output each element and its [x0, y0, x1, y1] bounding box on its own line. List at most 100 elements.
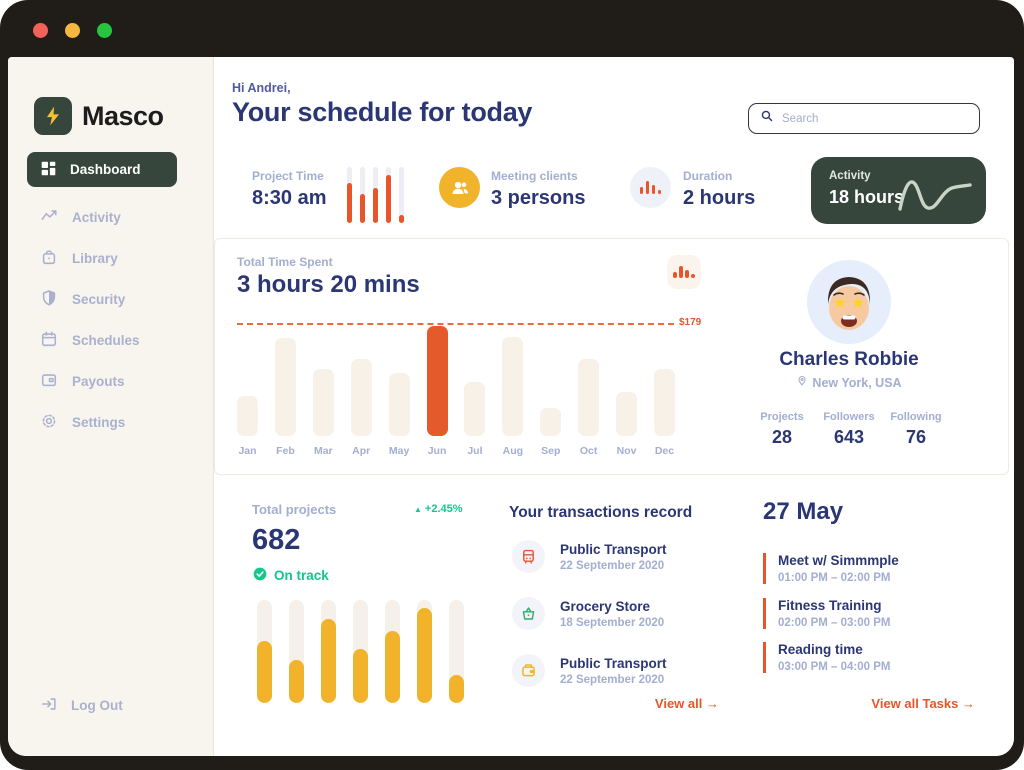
month-bar[interactable] [654, 369, 675, 436]
basket-icon [512, 597, 545, 630]
view-all-transactions-link[interactable]: View all → [655, 696, 719, 711]
total-projects-block: Total projects ▲+2.45% 682 On track [252, 502, 480, 585]
sidebar-item-settings[interactable]: Settings [40, 402, 140, 443]
search-box[interactable] [748, 103, 980, 134]
sidebar-item-label: Payouts [72, 374, 125, 389]
month-bar-column[interactable]: Sep [540, 408, 561, 457]
sidebar-item-library[interactable]: Library [40, 238, 140, 279]
stat-project-time: Project Time 8:30 am [252, 169, 327, 210]
month-bar-column[interactable]: Feb [275, 338, 296, 457]
month-bar[interactable] [464, 382, 485, 436]
up-triangle-icon: ▲ [414, 505, 422, 514]
sparkline-bar [360, 167, 365, 223]
month-bar[interactable] [502, 337, 523, 436]
task-row[interactable]: Reading time 03:00 PM – 04:00 PM [763, 642, 891, 673]
month-bar[interactable] [540, 408, 561, 436]
month-label: Jun [428, 445, 447, 457]
sidebar-item-label: Security [72, 292, 125, 307]
transaction-row[interactable]: Grocery Store18 September 2020 [512, 597, 664, 630]
month-bar[interactable] [616, 392, 637, 436]
change-value: +2.45% [425, 503, 463, 515]
wallet-icon [512, 654, 545, 687]
month-bar[interactable] [389, 373, 410, 436]
view-all-tasks-label: View all Tasks [871, 696, 958, 711]
tasks-block: 27 May Meet w/ Simmmple 01:00 PM – 02:00… [763, 498, 975, 526]
sparkline-bar [399, 167, 404, 223]
month-bar[interactable] [237, 396, 258, 436]
month-bar-column[interactable]: Nov [616, 392, 637, 457]
sparkline-bar [373, 167, 378, 223]
minimize-button[interactable] [65, 23, 80, 38]
avatar[interactable] [807, 260, 891, 344]
month-bar[interactable] [578, 359, 599, 436]
profile-stat-label: Projects [750, 411, 814, 423]
threshold-label: $179 [679, 317, 701, 328]
close-button[interactable] [33, 23, 48, 38]
lightning-bolt-icon [34, 97, 72, 135]
transaction-name: Public Transport [560, 656, 667, 671]
month-bar-column[interactable]: Apr [351, 359, 372, 457]
zoom-button[interactable] [97, 23, 112, 38]
month-bar[interactable] [351, 359, 372, 436]
activity-card[interactable]: Activity 18 hours [811, 157, 986, 224]
month-bar-column[interactable]: Oct [578, 359, 599, 457]
month-bar-column[interactable]: Aug [502, 337, 523, 457]
stat-value: 3 persons [491, 187, 585, 210]
status-text: On track [274, 568, 329, 583]
search-icon [760, 109, 774, 128]
sidebar-item-payouts[interactable]: Payouts [40, 361, 140, 402]
month-label: Oct [580, 445, 598, 457]
transaction-row[interactable]: Public Transport22 September 2020 [512, 540, 667, 573]
month-label: Feb [276, 445, 295, 457]
month-bar-column[interactable]: Jan [237, 396, 258, 457]
month-bar-column[interactable]: Jul [464, 382, 485, 457]
transaction-date: 18 September 2020 [560, 617, 664, 629]
month-bar-column[interactable]: Dec [654, 369, 675, 457]
stat-value: 8:30 am [252, 187, 327, 210]
stat-duration: Duration 2 hours [683, 169, 755, 210]
month-bar[interactable] [427, 326, 448, 436]
month-bar[interactable] [275, 338, 296, 436]
projects-bar [353, 600, 368, 703]
profile-stat-label: Followers [817, 411, 881, 423]
month-bar-column[interactable]: Mar [313, 369, 334, 457]
sidebar-item-activity[interactable]: Activity [40, 197, 140, 238]
grid-icon [40, 160, 57, 180]
search-input[interactable] [782, 113, 968, 125]
check-circle-icon [252, 566, 268, 585]
profile-stat-value: 28 [750, 427, 814, 448]
activity-card-value: 18 hours [829, 187, 904, 208]
task-row[interactable]: Meet w/ Simmmple 01:00 PM – 02:00 PM [763, 553, 899, 584]
month-bar-column[interactable]: May [389, 373, 410, 457]
month-bar-column[interactable]: Jun [427, 326, 448, 457]
task-name: Reading time [778, 642, 891, 657]
tasks-date-title: 27 May [763, 498, 975, 526]
logout-button[interactable]: Log Out [40, 695, 123, 716]
app-logo-text: Masco [82, 101, 164, 132]
transaction-row[interactable]: Public Transport22 September 2020 [512, 654, 667, 687]
view-all-tasks-link[interactable]: View all Tasks → [871, 696, 975, 711]
sidebar-item-dashboard[interactable]: Dashboard [27, 152, 177, 187]
sidebar-item-security[interactable]: Security [40, 279, 140, 320]
month-label: Jul [467, 445, 482, 457]
projects-bar-chart [257, 600, 464, 703]
sidebar-item-label: Schedules [72, 333, 140, 348]
profile-stat-following: Following 76 [884, 411, 948, 448]
task-row[interactable]: Fitness Training 02:00 PM – 03:00 PM [763, 598, 891, 629]
stat-value: 2 hours [683, 187, 755, 210]
month-label: Mar [314, 445, 333, 457]
gear-icon [40, 412, 58, 433]
month-label: Jan [238, 445, 256, 457]
sidebar: Masco Dashboard Activity Library [8, 57, 214, 756]
arrow-right-icon: → [706, 696, 719, 711]
shield-icon [40, 289, 58, 310]
bus-icon [512, 540, 545, 573]
sidebar-item-schedules[interactable]: Schedules [40, 320, 140, 361]
logout-label: Log Out [71, 698, 123, 713]
bar-chart-toggle-icon[interactable] [667, 255, 701, 289]
month-label: Apr [352, 445, 370, 457]
month-bar[interactable] [313, 369, 334, 436]
app-logo: Masco [34, 97, 164, 135]
profile-name: Charles Robbie [734, 349, 964, 371]
sparkline-bar [347, 167, 352, 223]
